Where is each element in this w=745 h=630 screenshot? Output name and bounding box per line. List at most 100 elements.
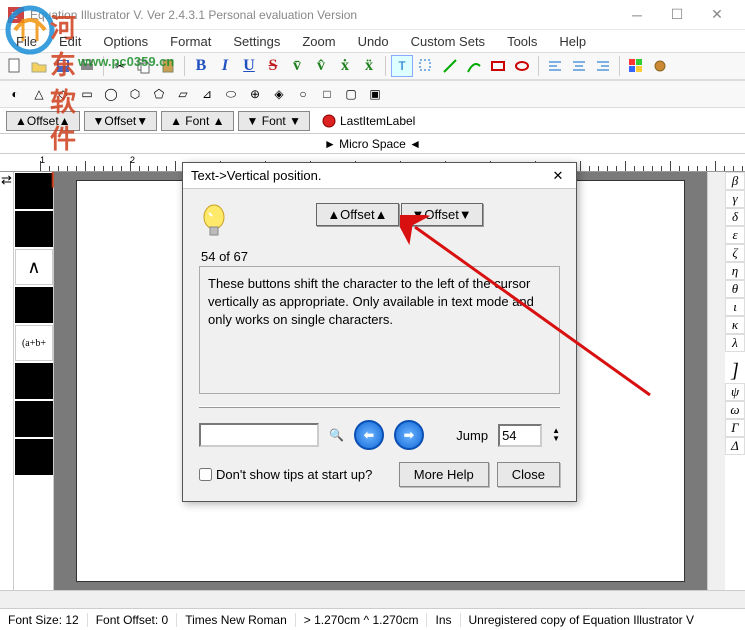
color-icon[interactable] [625, 55, 647, 77]
search-icon[interactable]: 🔍 [329, 428, 344, 442]
next-tip-button[interactable]: ➡ [394, 420, 424, 450]
greek-letter[interactable]: ε [725, 226, 745, 244]
offset-down-button[interactable]: ▼Offset▼ [84, 111, 158, 131]
menu-format[interactable]: Format [160, 32, 221, 51]
menu-custom-sets[interactable]: Custom Sets [401, 32, 495, 51]
close-button[interactable]: Close [497, 462, 560, 487]
bold-icon[interactable]: B [190, 55, 212, 77]
greek-letter[interactable]: θ [725, 280, 745, 298]
copy-icon[interactable] [133, 55, 155, 77]
shape-2-icon[interactable]: △ [28, 83, 50, 105]
underline-icon[interactable]: U [238, 55, 260, 77]
greek-letter[interactable]: δ [725, 208, 745, 226]
palette-item[interactable] [15, 287, 53, 323]
curve-icon[interactable] [463, 55, 485, 77]
italic-icon[interactable]: I [214, 55, 236, 77]
menu-edit[interactable]: Edit [49, 32, 91, 51]
cut-icon[interactable]: ✂ [109, 55, 131, 77]
greek-letter[interactable]: ω [725, 401, 745, 419]
new-icon[interactable] [4, 55, 26, 77]
rect-icon[interactable] [487, 55, 509, 77]
more-help-button[interactable]: More Help [399, 462, 489, 487]
menu-undo[interactable]: Undo [348, 32, 399, 51]
greek-letter[interactable]: ψ [725, 383, 745, 401]
dont-show-checkbox[interactable]: Don't show tips at start up? [199, 467, 391, 482]
greek-letter[interactable]: ι [725, 298, 745, 316]
shape-4-icon[interactable]: ▭ [76, 83, 98, 105]
prev-tip-button[interactable]: ⬅ [354, 420, 384, 450]
shape-10-icon[interactable]: ⬭ [220, 83, 242, 105]
palette-item[interactable]: (a+b+ [15, 325, 53, 361]
menu-file[interactable]: File [6, 32, 47, 51]
palette-item[interactable]: ∧ [15, 249, 53, 285]
shape-1-icon[interactable]: ◐ [4, 83, 26, 105]
bracket-symbol[interactable]: ] [725, 360, 745, 383]
greek-letter[interactable]: Γ [725, 419, 745, 437]
dont-show-checkbox-input[interactable] [199, 468, 212, 481]
palette-item[interactable] [15, 363, 53, 399]
dot-icon[interactable]: ẋ [334, 55, 356, 77]
shape-14-icon[interactable]: □ [316, 83, 338, 105]
dont-show-label: Don't show tips at start up? [216, 467, 372, 482]
close-button[interactable]: ✕ [697, 1, 737, 29]
menu-help[interactable]: Help [549, 32, 596, 51]
offset-up-button[interactable]: ▲Offset▲ [6, 111, 80, 131]
palette-item[interactable] [15, 439, 53, 475]
save-icon[interactable] [52, 55, 74, 77]
shape-5-icon[interactable]: ◯ [100, 83, 122, 105]
horizontal-scrollbar[interactable] [0, 590, 745, 608]
palette-item[interactable] [15, 211, 53, 247]
greek-letter[interactable]: γ [725, 190, 745, 208]
vertical-scrollbar[interactable] [707, 172, 725, 590]
greek-letter[interactable]: Δ [725, 437, 745, 455]
menu-tools[interactable]: Tools [497, 32, 547, 51]
palette-item[interactable] [15, 173, 53, 209]
dialog-offset-up-button[interactable]: ▲Offset▲ [316, 203, 398, 226]
align-center-icon[interactable] [568, 55, 590, 77]
shape-12-icon[interactable]: ◈ [268, 83, 290, 105]
jump-input[interactable] [498, 424, 542, 447]
text-tool-icon[interactable]: T [391, 55, 413, 77]
shape-13-icon[interactable]: ○ [292, 83, 314, 105]
ellipse-icon[interactable] [511, 55, 533, 77]
greek-letter[interactable]: η [725, 262, 745, 280]
menu-settings[interactable]: Settings [223, 32, 290, 51]
print-icon[interactable] [76, 55, 98, 77]
shape-3-icon[interactable]: ◇ [52, 83, 74, 105]
minimize-button[interactable]: ─ [617, 1, 657, 29]
menu-options[interactable]: Options [93, 32, 158, 51]
shape-7-icon[interactable]: ⬠ [148, 83, 170, 105]
dialog-close-button[interactable]: ✕ [548, 168, 568, 184]
greek-letter[interactable]: κ [725, 316, 745, 334]
vertical-ruler-tab: ⇄ [0, 172, 14, 590]
greek-letter[interactable]: λ [725, 334, 745, 352]
dialog-offset-down-button[interactable]: ▼Offset▼ [401, 203, 483, 226]
palette-item[interactable] [15, 401, 53, 437]
micro-space-bar[interactable]: ► Micro Space ◄ [0, 134, 745, 154]
line-icon[interactable] [439, 55, 461, 77]
jump-down-icon[interactable]: ▼ [552, 435, 560, 443]
vector-icon[interactable]: v̄ [286, 55, 308, 77]
align-right-icon[interactable] [592, 55, 614, 77]
paste-icon[interactable] [157, 55, 179, 77]
shape-8-icon[interactable]: ▱ [172, 83, 194, 105]
maximize-button[interactable]: ☐ [657, 1, 697, 29]
settings-icon[interactable] [649, 55, 671, 77]
greek-letter[interactable]: β [725, 172, 745, 190]
search-input[interactable] [199, 423, 319, 447]
font-down-button[interactable]: ▼ Font ▼ [238, 111, 310, 131]
greek-letter[interactable]: ζ [725, 244, 745, 262]
shape-6-icon[interactable]: ⬡ [124, 83, 146, 105]
select-icon[interactable] [415, 55, 437, 77]
strike-icon[interactable]: S [262, 55, 284, 77]
align-left-icon[interactable] [544, 55, 566, 77]
shape-15-icon[interactable]: ▢ [340, 83, 362, 105]
hat-icon[interactable]: v̂ [310, 55, 332, 77]
ddot-icon[interactable]: ẍ [358, 55, 380, 77]
menu-zoom[interactable]: Zoom [292, 32, 345, 51]
shape-9-icon[interactable]: ⊿ [196, 83, 218, 105]
font-up-button[interactable]: ▲ Font ▲ [161, 111, 233, 131]
open-icon[interactable] [28, 55, 50, 77]
shape-16-icon[interactable]: ▣ [364, 83, 386, 105]
shape-11-icon[interactable]: ⊕ [244, 83, 266, 105]
